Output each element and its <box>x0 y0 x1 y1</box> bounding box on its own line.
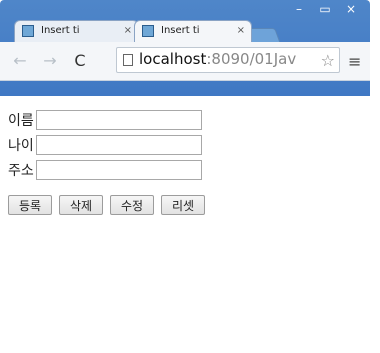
name-label: 이름 <box>8 113 34 129</box>
close-window-button[interactable]: × <box>338 0 364 18</box>
tab-label: Insert ti <box>41 25 80 36</box>
tab-close-icon[interactable]: × <box>124 21 132 41</box>
age-row: 나이 <box>8 133 202 157</box>
delete-button[interactable]: 삭제 <box>59 195 103 215</box>
age-input[interactable] <box>36 135 202 155</box>
tab-label: Insert ti <box>161 25 200 36</box>
page-icon <box>123 54 133 66</box>
name-row: 이름 <box>8 108 202 132</box>
tab-2-active[interactable]: Insert ti × <box>134 20 252 42</box>
address-input[interactable] <box>36 160 202 180</box>
page-icon <box>142 25 154 37</box>
bookmark-star-icon[interactable]: ☆ <box>321 51 335 70</box>
page-content: 이름 나이 주소 등록 삭제 수정 리셋 <box>0 96 370 353</box>
address-row: 주소 <box>8 158 202 182</box>
name-input[interactable] <box>36 110 202 130</box>
form-buttons: 등록 삭제 수정 리셋 <box>8 195 205 215</box>
tab-1[interactable]: Insert ti × <box>14 20 139 42</box>
edit-button[interactable]: 수정 <box>110 195 154 215</box>
back-arrow-icon[interactable]: ← <box>10 50 30 70</box>
address-bar[interactable]: localhost:8090/01Jav ☆ <box>116 47 340 73</box>
insert-form: 이름 나이 주소 <box>8 108 202 183</box>
browser-window: Insert ti × Insert ti × – ▭ × ← → C loca… <box>0 0 370 353</box>
forward-arrow-icon[interactable]: → <box>40 50 60 70</box>
register-button[interactable]: 등록 <box>8 195 52 215</box>
age-label: 나이 <box>8 138 34 154</box>
menu-icon[interactable]: ≡ <box>348 52 361 71</box>
minimize-button[interactable]: – <box>286 0 312 18</box>
reset-button[interactable]: 리셋 <box>161 195 205 215</box>
reload-icon[interactable]: C <box>70 50 90 70</box>
tab-close-icon[interactable]: × <box>237 21 245 41</box>
page-icon <box>22 25 34 37</box>
maximize-button[interactable]: ▭ <box>312 0 338 18</box>
browser-toolbar: ← → C localhost:8090/01Jav ☆ ≡ <box>0 42 370 81</box>
url-text: localhost:8090/01Jav <box>139 50 297 68</box>
window-controls: – ▭ × <box>286 0 364 18</box>
address-label: 주소 <box>8 163 34 179</box>
